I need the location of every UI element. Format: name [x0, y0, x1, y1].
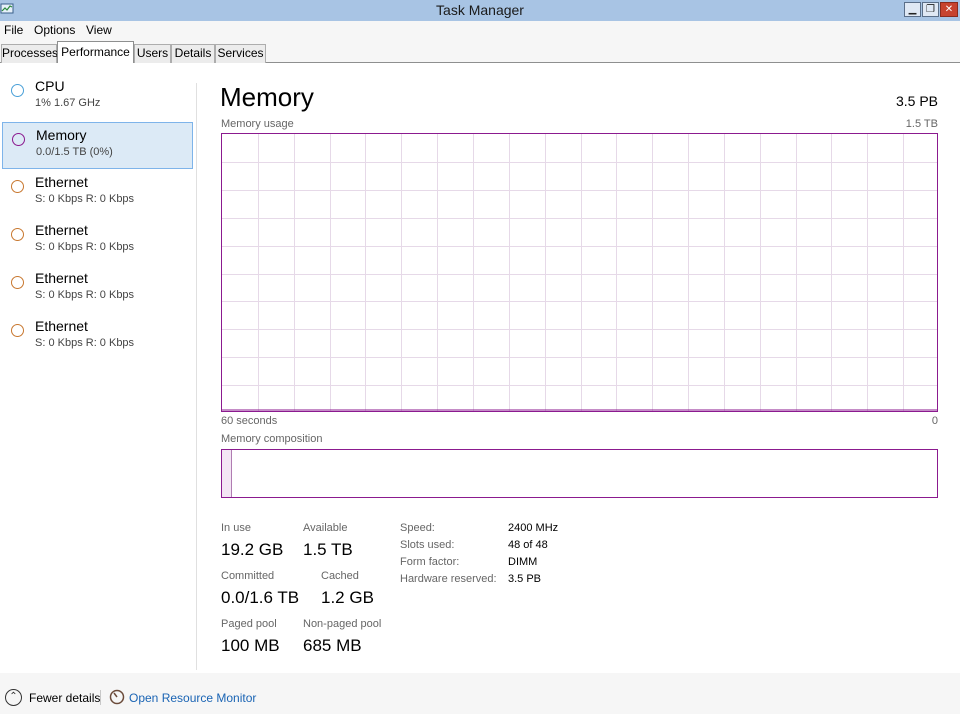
- menu-view[interactable]: View: [86, 23, 112, 37]
- memory-usage-grid: [222, 134, 937, 411]
- resource-sidebar: CPU 1% 1.67 GHz Memory 0.0/1.5 TB (0%) E…: [0, 63, 197, 673]
- window-title: Task Manager: [436, 2, 524, 18]
- memory-details: Memory 3.5 PB Memory usage 1.5 TB 60 sec…: [197, 63, 960, 673]
- tab-performance[interactable]: Performance: [57, 41, 134, 64]
- ethernet-indicator-icon: [11, 276, 24, 289]
- paged-pool-value: 100 MB: [221, 636, 280, 655]
- sidebar-item-ethernet-3[interactable]: Ethernet S: 0 Kbps R: 0 Kbps: [2, 266, 193, 313]
- available-label: Available: [303, 522, 348, 534]
- sidebar-item-detail: 0.0/1.5 TB (0%): [36, 146, 113, 158]
- speed-label: Speed:: [400, 522, 435, 534]
- chevron-up-icon[interactable]: ⌃: [5, 689, 22, 706]
- form-factor-value: DIMM: [508, 556, 538, 568]
- memory-composition-bar: [221, 449, 938, 498]
- composition-label: Memory composition: [221, 433, 323, 445]
- slots-used-value: 48 of 48: [508, 539, 548, 551]
- sidebar-item-detail: 1% 1.67 GHz: [35, 97, 101, 109]
- menu-options[interactable]: Options: [34, 23, 75, 37]
- cpu-indicator-icon: [11, 84, 24, 97]
- available-value: 1.5 TB: [303, 540, 353, 559]
- sidebar-item-name: Memory: [36, 127, 87, 143]
- graph-label: Memory usage: [221, 118, 294, 130]
- composition-in-use-segment: [222, 450, 232, 497]
- open-resource-monitor-link[interactable]: Open Resource Monitor: [129, 691, 256, 705]
- committed-label: Committed: [221, 570, 275, 582]
- menu-bar: File Options View: [0, 21, 960, 41]
- graph-time-right: 0: [931, 415, 938, 427]
- memory-indicator-icon: [12, 133, 25, 146]
- hardware-reserved-label: Hardware reserved:: [400, 573, 497, 585]
- committed-value: 0.0/1.6 TB: [221, 588, 300, 607]
- sidebar-item-ethernet-2[interactable]: Ethernet S: 0 Kbps R: 0 Kbps: [2, 218, 193, 265]
- nonpaged-pool-label: Non-paged pool: [303, 618, 382, 630]
- footer-divider: [100, 690, 101, 705]
- hardware-reserved-value: 3.5 PB: [508, 573, 542, 585]
- sidebar-item-name: Ethernet: [35, 222, 88, 238]
- title-bar: Task Manager ▁ ❐ ✕: [0, 0, 960, 21]
- speed-value: 2400 MHz: [508, 522, 559, 534]
- paged-pool-label: Paged pool: [221, 618, 277, 630]
- sidebar-item-ethernet-4[interactable]: Ethernet S: 0 Kbps R: 0 Kbps: [2, 314, 193, 361]
- tab-users[interactable]: Users: [134, 44, 171, 63]
- memory-total: 3.5 PB: [895, 93, 938, 109]
- page-title: Memory: [220, 82, 314, 112]
- in-use-value: 19.2 GB: [221, 540, 284, 559]
- performance-panel: CPU 1% 1.67 GHz Memory 0.0/1.5 TB (0%) E…: [0, 63, 960, 714]
- minimize-button[interactable]: ▁: [904, 2, 921, 17]
- ethernet-indicator-icon: [11, 324, 24, 337]
- sidebar-item-name: Ethernet: [35, 174, 88, 190]
- sidebar-item-detail: S: 0 Kbps R: 0 Kbps: [35, 241, 135, 253]
- close-button[interactable]: ✕: [940, 2, 958, 17]
- cached-label: Cached: [321, 570, 359, 582]
- fewer-details-link[interactable]: Fewer details: [29, 691, 100, 705]
- cached-value: 1.2 GB: [321, 588, 374, 607]
- sidebar-item-name: CPU: [35, 78, 65, 94]
- graph-time-left: 60 seconds: [221, 415, 278, 427]
- sidebar-item-name: Ethernet: [35, 318, 88, 334]
- sidebar-item-ethernet-1[interactable]: Ethernet S: 0 Kbps R: 0 Kbps: [2, 170, 193, 217]
- sidebar-item-detail: S: 0 Kbps R: 0 Kbps: [35, 337, 135, 349]
- in-use-label: In use: [221, 522, 251, 534]
- sidebar-item-cpu[interactable]: CPU 1% 1.67 GHz: [2, 74, 193, 121]
- slots-used-label: Slots used:: [400, 539, 455, 551]
- tab-details[interactable]: Details: [171, 44, 215, 63]
- ethernet-indicator-icon: [11, 180, 24, 193]
- tab-services[interactable]: Services: [215, 44, 266, 63]
- form-factor-label: Form factor:: [400, 556, 460, 568]
- nonpaged-pool-value: 685 MB: [303, 636, 362, 655]
- sidebar-item-detail: S: 0 Kbps R: 0 Kbps: [35, 289, 135, 301]
- sidebar-item-name: Ethernet: [35, 270, 88, 286]
- graph-max-label: 1.5 TB: [905, 118, 938, 130]
- resource-monitor-icon[interactable]: [109, 689, 125, 705]
- menu-file[interactable]: File: [4, 23, 23, 37]
- tab-strip: Processes Performance Users Details Serv…: [0, 41, 960, 64]
- ethernet-indicator-icon: [11, 228, 24, 241]
- sidebar-item-detail: S: 0 Kbps R: 0 Kbps: [35, 193, 135, 205]
- tab-processes[interactable]: Processes: [1, 44, 58, 63]
- maximize-button[interactable]: ❐: [922, 2, 939, 17]
- sidebar-item-memory[interactable]: Memory 0.0/1.5 TB (0%): [2, 122, 193, 169]
- footer-bar: ⌃ Fewer details Open Resource Monitor: [0, 673, 960, 714]
- memory-usage-graph: [221, 133, 938, 412]
